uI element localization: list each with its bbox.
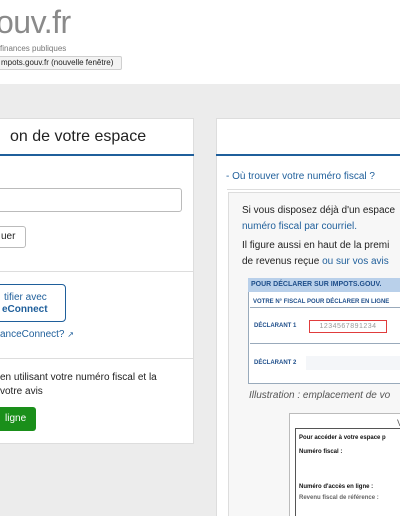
continue-button[interactable]: uer xyxy=(0,226,26,248)
fiscal-number-email-link[interactable]: numéro fiscal par courriel. xyxy=(242,219,357,235)
link-tooltip: mpots.gouv.fr (nouvelle fenêtre) xyxy=(0,56,122,70)
illustration-header: POUR DÉCLARER SUR IMPOTS.GOUV. xyxy=(248,278,400,292)
accordion-divider xyxy=(227,189,400,190)
logo-subtitle: finances publiques xyxy=(0,44,67,53)
illustration-divider xyxy=(250,343,400,344)
help-text-line: de revenus reçue ou sur vos avis xyxy=(242,254,389,270)
help-text-line: Si vous disposez déjà d'un espace xyxy=(242,205,396,216)
login-card-title: on de votre espace xyxy=(10,128,147,145)
accordion-toggle[interactable]: - Où trouver votre numéro fiscal ? xyxy=(226,171,375,182)
divider xyxy=(0,358,193,359)
external-link-icon: ↗ xyxy=(67,330,74,339)
divider xyxy=(0,271,193,272)
help-text: de revenus reçue xyxy=(242,256,320,267)
help-text-line: Il figure aussi en haut de la premi xyxy=(242,240,390,251)
title-underline xyxy=(0,154,194,156)
declarant-1-label: DÉCLARANT 1 xyxy=(254,323,297,329)
franceconnect-button-label: tifier avec xyxy=(4,292,47,303)
franceconnect-info-link[interactable]: anceConnect? ↗ xyxy=(0,329,74,340)
declarant-2-label: DÉCLARANT 2 xyxy=(254,360,297,366)
tax-notice-line: Pour accéder à votre espace p xyxy=(299,435,386,441)
fiscal-number-sample: 1234567891234 xyxy=(309,320,387,333)
fiscal-login-button[interactable]: ligne xyxy=(0,407,36,431)
site-logo[interactable]: ouv.fr xyxy=(0,4,71,41)
fiscal-number-input[interactable] xyxy=(0,188,182,212)
declarant-2-value xyxy=(306,356,400,370)
illustration-caption: Illustration : emplacement de vo xyxy=(249,390,391,401)
help-card-underline xyxy=(216,154,400,156)
tax-notice-line: Revenu fiscal de référence : xyxy=(299,495,379,501)
franceconnect-info-link-text[interactable]: anceConnect? xyxy=(0,329,65,340)
tax-notice-box xyxy=(295,428,400,516)
tax-notice-line: Numéro d'accès en ligne : xyxy=(299,484,374,490)
franceconnect-button[interactable] xyxy=(0,284,66,322)
franceconnect-button-brand: eConnect xyxy=(2,304,48,315)
fiscal-login-text: en utilisant votre numéro fiscal et la v… xyxy=(0,372,157,397)
illustration-subheader: VOTRE N° FISCAL POUR DÉCLARER EN LIGNE xyxy=(250,296,400,308)
tax-notice-link[interactable]: ou sur vos avis xyxy=(322,256,389,267)
tax-notice-line: Numéro fiscal : xyxy=(299,449,343,455)
